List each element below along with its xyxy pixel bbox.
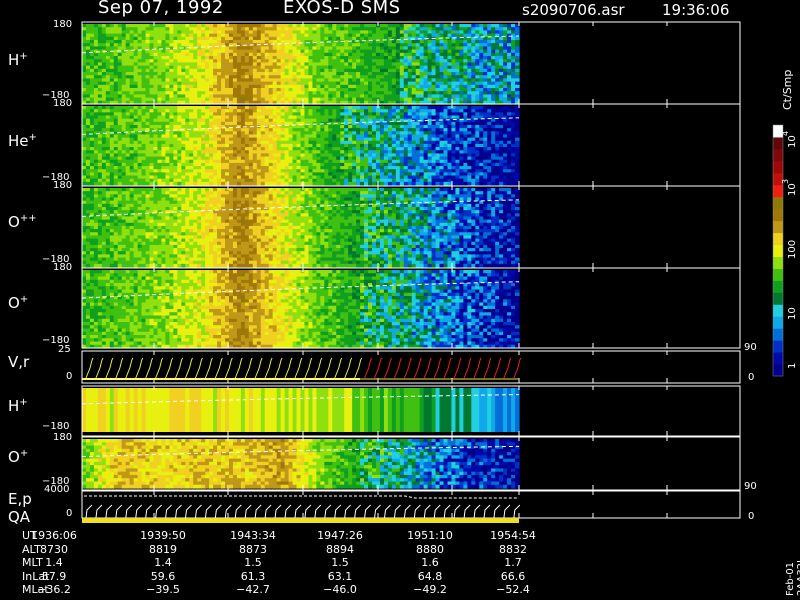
heatmap-cell: [320, 181, 325, 186]
heatmap-cell: [105, 181, 111, 186]
heatmap-cell: [93, 181, 99, 186]
chart-canvas: [81, 21, 784, 523]
heatmap-cell: [213, 181, 218, 186]
heatmap-cell: [312, 181, 317, 186]
heatmap-cell: [89, 181, 95, 186]
heatmap-cell: [352, 181, 357, 186]
heatmap-cell: [344, 181, 349, 186]
heatmap-cell: [113, 181, 119, 186]
heatmap-cell: [181, 181, 186, 186]
heatmap-cell: [133, 181, 139, 186]
heatmap-cell: [185, 181, 190, 186]
heatmap-cell: [348, 181, 353, 186]
heatmap-cell: [395, 181, 401, 186]
heatmap-cell: [324, 181, 329, 186]
heatmap-cell: [173, 181, 178, 186]
heatmap-cell: [383, 181, 389, 186]
heatmap-cell: [121, 181, 127, 186]
heatmap-cell: [145, 181, 151, 186]
heatmap-cell: [165, 181, 170, 186]
heatmap-cell: [364, 181, 369, 186]
heatmap-cell: [368, 181, 373, 186]
heatmap-cell: [236, 181, 242, 186]
heatmap-cell: [403, 181, 409, 186]
heatmap-cell: [372, 181, 377, 186]
heatmap-cell: [232, 181, 238, 186]
heatmap-cell: [137, 181, 143, 186]
heatmap-cell: [360, 181, 365, 186]
heatmap-cell: [240, 181, 246, 186]
heatmap-cell: [411, 181, 417, 186]
heatmap-cell: [419, 181, 425, 186]
heatmap-cell: [332, 181, 337, 186]
heatmap-cell: [193, 181, 198, 186]
heatmap-cell: [252, 181, 258, 186]
heatmap-cell: [308, 181, 314, 186]
heatmap-cell: [117, 181, 123, 186]
heatmap-cell: [109, 181, 115, 186]
heatmap-cell: [169, 181, 174, 186]
heatmap-cell: [149, 181, 155, 186]
heatmap-cell: [217, 181, 222, 186]
heatmap-cell: [197, 181, 202, 186]
heatmap-cell: [141, 181, 147, 186]
heatmap-cell: [129, 181, 135, 186]
heatmap-cell: [391, 181, 397, 186]
heatmap-cell: [399, 181, 405, 186]
heatmap-cell: [431, 181, 437, 186]
heatmap-cell: [280, 181, 286, 186]
heatmap-cell: [209, 181, 214, 186]
heatmap-cell: [316, 181, 321, 186]
heatmap-cell: [276, 181, 282, 186]
heatmap-cell: [205, 181, 210, 186]
heatmap-cell: [82, 181, 87, 186]
heatmap-cell: [272, 181, 278, 186]
heatmap-cell: [387, 181, 393, 186]
heatmap-cell: [356, 181, 361, 186]
heatmap-cell: [415, 181, 421, 186]
heatmap-cell: [292, 181, 298, 186]
heatmap-cell: [97, 181, 103, 186]
heatmap-cell: [260, 181, 266, 186]
heatmap-cell: [157, 181, 163, 186]
heatmap-cell: [256, 181, 262, 186]
heatmap-cell: [125, 181, 131, 186]
heatmap-cell: [264, 181, 270, 186]
heatmap-cell: [85, 181, 91, 186]
heatmap-cell: [407, 181, 413, 186]
heatmap-cell: [189, 181, 194, 186]
heatmap-cell: [244, 181, 250, 186]
heatmap-cell: [228, 181, 234, 186]
heatmap-cell: [288, 181, 294, 186]
heatmap-cell: [225, 181, 230, 186]
heatmap-cell: [284, 181, 290, 186]
heatmap-cell: [221, 181, 226, 186]
heatmap-cell: [328, 181, 333, 186]
heatmap-cell: [336, 181, 341, 186]
heatmap-cell: [268, 181, 274, 186]
heatmap-cell: [427, 181, 433, 186]
heatmap-cell: [379, 181, 385, 186]
heatmap-cell: [201, 181, 206, 186]
heatmap-cell: [340, 181, 345, 186]
heatmap-cell: [304, 181, 310, 186]
heatmap-cell: [296, 181, 302, 186]
heatmap-cell: [177, 181, 182, 186]
heatmap-cell: [101, 181, 107, 186]
heatmap-cell: [248, 181, 254, 186]
heatmap-cell: [161, 181, 167, 186]
heatmap-cell: [423, 181, 429, 186]
